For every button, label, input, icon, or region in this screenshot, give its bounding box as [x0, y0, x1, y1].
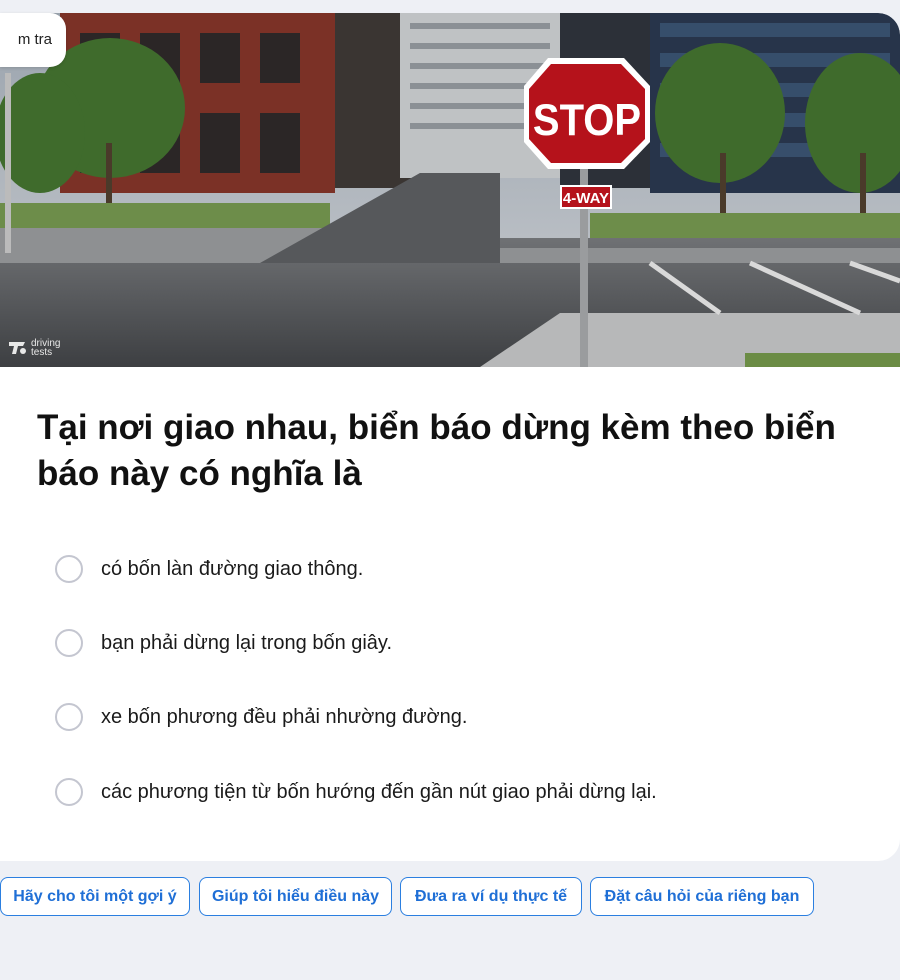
four-way-plate: 4-WAY	[560, 185, 612, 209]
stop-sign-text: STOP	[533, 95, 641, 145]
explain-button[interactable]: Giúp tôi hiểu điều này	[199, 877, 392, 916]
answer-option-4[interactable]: các phương tiện từ bốn hướng đến gần nút…	[55, 777, 657, 807]
stop-sign-icon: STOP	[524, 58, 650, 169]
driving-tests-logo: driving tests	[8, 339, 75, 358]
radio-button[interactable]	[55, 555, 83, 583]
answer-option-3[interactable]: xe bốn phương đều phải nhường đường.	[55, 702, 467, 732]
check-tab[interactable]: m tra	[0, 13, 66, 67]
answer-option-label: có bốn làn đường giao thông.	[101, 557, 364, 580]
ask-own-question-button[interactable]: Đặt câu hỏi của riêng bạn	[590, 877, 814, 916]
driving-tests-logo-icon	[9, 342, 26, 354]
answer-option-label: bạn phải dừng lại trong bốn giây.	[101, 631, 393, 654]
watermark-line2: tests	[31, 347, 53, 358]
hint-button[interactable]: Hãy cho tôi một gợi ý	[0, 877, 190, 916]
radio-button[interactable]	[55, 778, 83, 806]
question-image: STOP 4-WAY	[0, 13, 900, 367]
four-way-plate-text: 4-WAY	[563, 190, 609, 207]
answer-option-label: các phương tiện từ bốn hướng đến gần nút…	[101, 780, 657, 803]
street-scene: STOP 4-WAY	[0, 13, 900, 367]
answer-option-label: xe bốn phương đều phải nhường đường.	[101, 705, 468, 728]
real-example-button[interactable]: Đưa ra ví dụ thực tế	[400, 877, 582, 916]
answer-option-1[interactable]: có bốn làn đường giao thông.	[55, 554, 363, 584]
radio-button[interactable]	[55, 703, 83, 731]
question-text: Tại nơi giao nhau, biển báo dừng kèm the…	[37, 408, 836, 493]
answer-option-2[interactable]: bạn phải dừng lại trong bốn giây.	[55, 628, 392, 658]
radio-button[interactable]	[55, 629, 83, 657]
question-card: STOP 4-WAY driving tests Tại nơi giao nh…	[0, 13, 900, 861]
